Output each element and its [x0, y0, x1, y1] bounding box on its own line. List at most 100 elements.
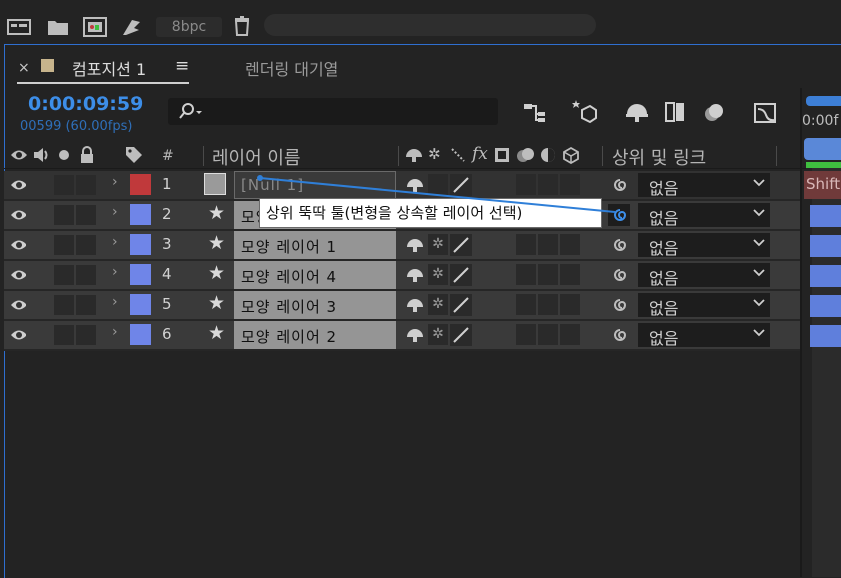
shy-switch-icon[interactable]	[405, 327, 425, 343]
visibility-eye-icon[interactable]	[10, 267, 26, 283]
expand-chevron-icon[interactable]: ›	[112, 174, 118, 190]
time-ruler-bar[interactable]	[804, 138, 841, 160]
lock-toggle[interactable]	[76, 175, 96, 195]
lock-switch-icon[interactable]	[79, 146, 95, 164]
collapse-switch-icon[interactable]: ✲	[428, 264, 448, 285]
solo-toggle[interactable]	[54, 325, 74, 345]
3d-layer-column-icon[interactable]	[562, 146, 580, 164]
solo-toggle[interactable]	[54, 205, 74, 225]
layer-row[interactable]: › 3 ★ 모양 레이어 1 ✲ 없음	[4, 231, 800, 261]
shy-layers-icon[interactable]	[624, 100, 650, 124]
tab-render-queue[interactable]: 렌더링 대기열	[245, 56, 338, 80]
column-layer-name[interactable]: 레이어 이름	[212, 144, 301, 170]
frame-blend-switch[interactable]	[516, 264, 536, 285]
tab-composition[interactable]: 컴포지션 1	[72, 56, 146, 80]
shape-layer-bar[interactable]	[810, 265, 841, 287]
motion-blur-switch[interactable]	[538, 234, 558, 255]
solo-toggle[interactable]	[54, 175, 74, 195]
label-color-swatch[interactable]	[130, 264, 151, 285]
pen-icon[interactable]	[120, 16, 144, 38]
visibility-eye-icon[interactable]	[10, 237, 26, 253]
expand-chevron-icon[interactable]: ›	[112, 234, 118, 250]
frame-blend-column-icon[interactable]	[494, 147, 510, 163]
work-area-bar[interactable]	[806, 96, 841, 106]
shy-column-icon[interactable]	[404, 147, 424, 163]
parent-pick-whip-icon[interactable]	[608, 234, 630, 256]
motion-blur-switch[interactable]	[538, 294, 558, 315]
render-queue-icon[interactable]	[6, 16, 34, 38]
shy-switch-icon[interactable]	[405, 297, 425, 313]
lock-toggle[interactable]	[76, 235, 96, 255]
adjustment-switch[interactable]	[560, 264, 580, 285]
parent-pick-whip-icon[interactable]	[608, 324, 630, 346]
collapse-switch-icon[interactable]: ✲	[428, 234, 448, 255]
motion-blur-switch[interactable]	[538, 324, 558, 345]
video-switch-icon[interactable]	[10, 147, 28, 163]
current-time-display[interactable]: 0:00:09:59	[28, 93, 143, 115]
solo-toggle[interactable]	[54, 295, 74, 315]
label-color-swatch[interactable]	[130, 294, 151, 315]
solo-toggle[interactable]	[54, 265, 74, 285]
label-color-swatch[interactable]	[130, 234, 151, 255]
layer-row[interactable]: › 5 ★ 모양 레이어 3 ✲ 없음	[4, 291, 800, 321]
visibility-eye-icon[interactable]	[10, 177, 26, 193]
close-tab-icon[interactable]: ×	[18, 60, 30, 76]
adjustment-switch[interactable]	[560, 234, 580, 255]
shape-layer-bar[interactable]	[810, 205, 841, 227]
graph-editor-icon[interactable]	[752, 100, 780, 126]
quality-switch-icon[interactable]	[450, 324, 472, 346]
motion-blur-switch[interactable]	[538, 264, 558, 285]
adjustment-column-icon[interactable]	[540, 147, 556, 163]
parent-pick-whip-icon[interactable]	[608, 264, 630, 286]
quality-column-icon[interactable]	[450, 147, 466, 163]
lock-toggle[interactable]	[76, 205, 96, 225]
composition-flowchart-icon[interactable]	[522, 100, 548, 124]
label-color-swatch[interactable]	[130, 174, 151, 195]
bit-depth-button[interactable]: 8bpc	[156, 17, 222, 37]
frame-blend-switch[interactable]	[516, 234, 536, 255]
lock-toggle[interactable]	[76, 265, 96, 285]
solo-toggle[interactable]	[54, 235, 74, 255]
quality-switch-icon[interactable]	[450, 234, 472, 256]
collapse-switch-icon[interactable]: ✲	[428, 294, 448, 315]
lock-toggle[interactable]	[76, 295, 96, 315]
expand-chevron-icon[interactable]: ›	[112, 204, 118, 220]
adjustment-switch[interactable]	[560, 294, 580, 315]
shape-layer-bar[interactable]	[810, 325, 841, 347]
label-tag-icon[interactable]	[124, 145, 144, 165]
trash-icon[interactable]	[232, 15, 252, 37]
label-color-swatch[interactable]	[130, 324, 151, 345]
shape-layer-bar[interactable]	[810, 235, 841, 257]
visibility-eye-icon[interactable]	[10, 207, 26, 223]
collapse-switch-icon[interactable]: ✲	[428, 324, 448, 345]
motion-blur-column-icon[interactable]	[516, 146, 536, 164]
collapse-column-icon[interactable]: ✲	[428, 145, 441, 163]
parent-pick-whip-icon[interactable]	[608, 294, 630, 316]
visibility-eye-icon[interactable]	[10, 327, 26, 343]
composition-icon[interactable]	[82, 16, 110, 38]
frame-blend-switch[interactable]	[516, 294, 536, 315]
label-color-swatch[interactable]	[130, 204, 151, 225]
solo-switch-icon[interactable]	[57, 148, 71, 162]
frame-blend-switch[interactable]	[516, 324, 536, 345]
draft-3d-icon[interactable]	[570, 98, 598, 124]
lock-toggle[interactable]	[76, 325, 96, 345]
effects-column-icon[interactable]: fx	[472, 144, 488, 164]
expand-chevron-icon[interactable]: ›	[112, 324, 118, 340]
motion-blur-icon[interactable]	[702, 100, 728, 124]
layer-row[interactable]: › 4 ★ 모양 레이어 4 ✲ 없음	[4, 261, 800, 291]
layer-row[interactable]: › 6 ★ 모양 레이어 2 ✲ 없음	[4, 321, 800, 351]
expand-chevron-icon[interactable]: ›	[112, 264, 118, 280]
folder-icon[interactable]	[46, 16, 70, 38]
quality-switch-icon[interactable]	[450, 294, 472, 316]
frame-blending-icon[interactable]	[664, 100, 688, 124]
quality-switch-icon[interactable]	[450, 264, 472, 286]
visibility-eye-icon[interactable]	[10, 297, 26, 313]
menu-icon[interactable]: ≡	[175, 56, 189, 76]
shape-layer-bar[interactable]	[810, 295, 841, 317]
top-search-field[interactable]	[264, 14, 596, 36]
column-parent-link[interactable]: 상위 및 링크	[612, 144, 706, 170]
audio-switch-icon[interactable]	[32, 146, 50, 164]
shy-switch-icon[interactable]	[405, 267, 425, 283]
adjustment-switch[interactable]	[560, 324, 580, 345]
